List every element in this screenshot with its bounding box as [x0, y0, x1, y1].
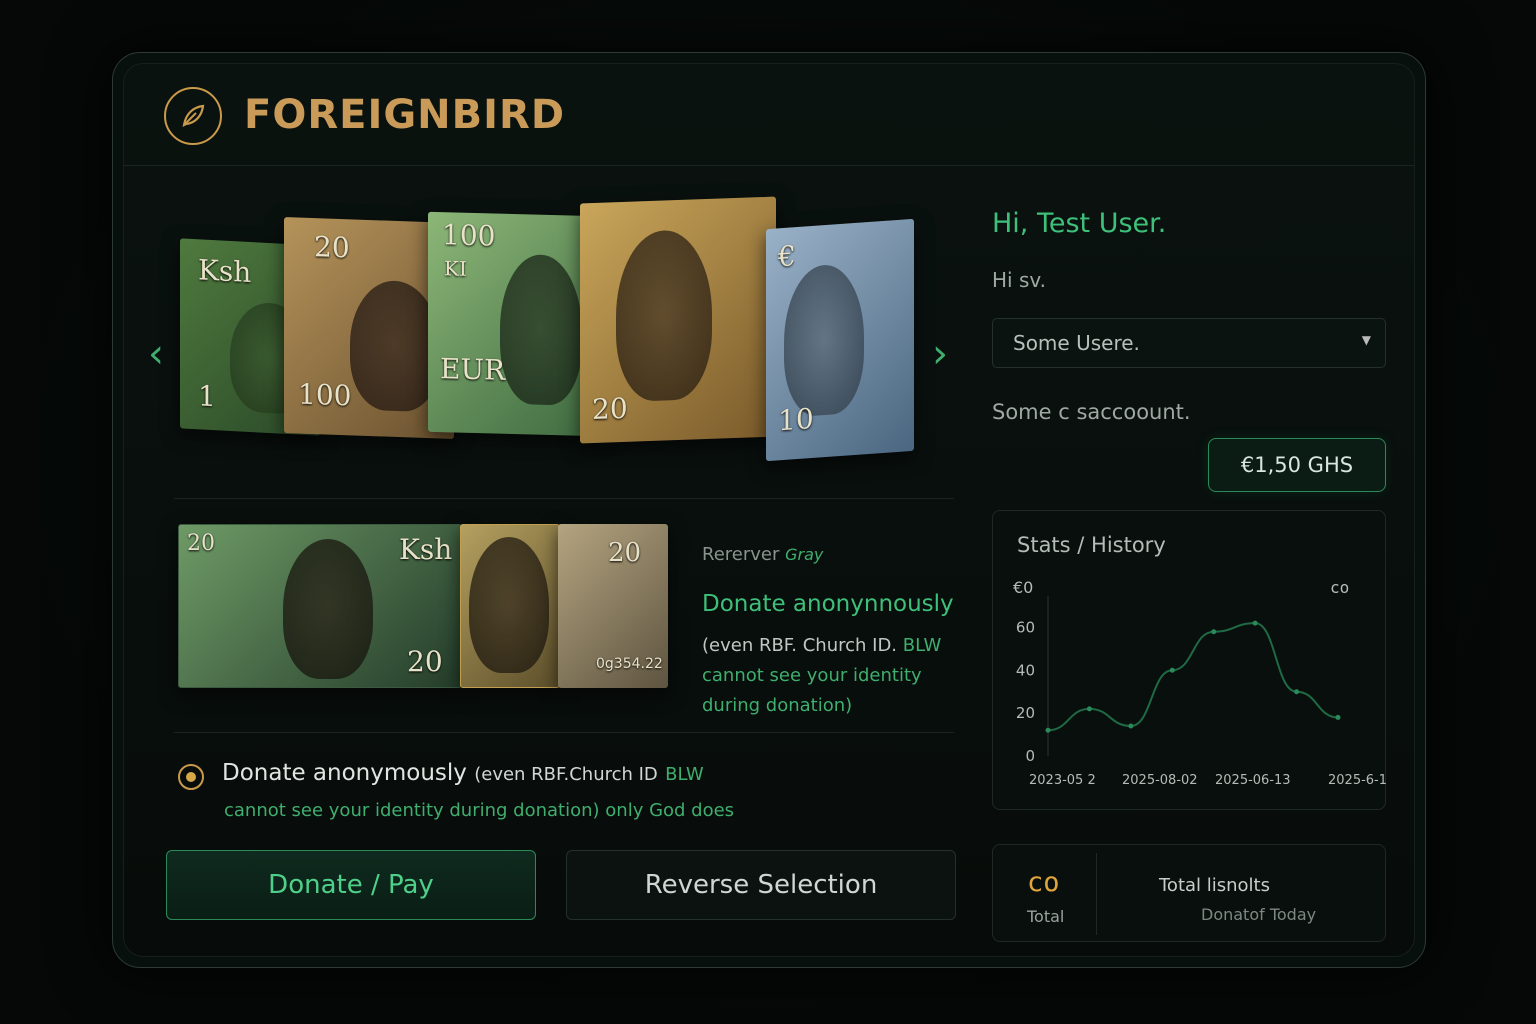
donate-anon-note: (even RBF. Church ID. BLW cannot see you…	[702, 635, 942, 716]
account-label: Some c saccoount.	[992, 400, 1191, 424]
header: FOREIGNBIRD	[124, 64, 1414, 166]
greeting: Hi, Test User.	[992, 208, 1167, 239]
series-line	[1047, 622, 1339, 732]
portrait	[469, 537, 549, 673]
portrait	[500, 253, 582, 406]
leaf-icon	[164, 87, 222, 145]
portrait	[784, 262, 864, 418]
y-top-right-label: co	[1330, 578, 1349, 597]
y-tick-label: 0	[1025, 747, 1035, 765]
selected-bills: 20 Ksh 20 20 0g354.22	[178, 524, 678, 704]
data-point	[1252, 620, 1258, 626]
totals-sub: Donatof Today	[1201, 905, 1317, 924]
history-chart: €0 co 0 20 40 60 2023-05 2 2025-08-02 2025-06-…	[1013, 578, 1387, 788]
anon-label: Donate anonymously	[222, 760, 467, 786]
divider	[1096, 853, 1097, 935]
y-tick-label: 60	[1016, 618, 1035, 636]
y-tick-label: 40	[1016, 661, 1035, 679]
reverse-selection-button[interactable]: Reverse Selection	[566, 850, 956, 920]
app-window: FOREIGNBIRD ‹ › Ksh 1 20 100 100 KI EUR …	[123, 63, 1415, 957]
totals-panel: co Total Total lisnolts Donatof Today	[992, 844, 1386, 942]
caret-down-icon: ▼	[1361, 333, 1371, 347]
total-label: Total	[1027, 907, 1065, 926]
donate-pay-button[interactable]: Donate / Pay	[166, 850, 536, 920]
app-frame: FOREIGNBIRD ‹ › Ksh 1 20 100 100 KI EUR …	[112, 52, 1426, 968]
y-top-left-label: €0	[1013, 578, 1033, 597]
selected-bill[interactable]	[460, 524, 560, 688]
divider	[174, 732, 954, 733]
carousel-bill[interactable]: 20	[580, 196, 776, 444]
data-point	[1335, 714, 1341, 720]
stats-panel: Stats / History €0 co 0 20 40 60 2023-05 2 20…	[992, 510, 1387, 810]
data-point	[1294, 689, 1300, 695]
donation-info: Rererver Gray Donate anonynnously (even …	[702, 544, 962, 721]
selected-bill[interactable]: 20 Ksh 20	[178, 524, 462, 688]
x-tick-label: 2025-06-13	[1215, 773, 1291, 788]
chevron-left-icon[interactable]: ‹	[148, 334, 164, 374]
totals-title: Total lisnolts	[1159, 875, 1270, 896]
data-point	[1211, 629, 1217, 635]
data-point	[1086, 706, 1092, 712]
currency-carousel[interactable]: ‹ › Ksh 1 20 100 100 KI EUR 20 € 10	[148, 184, 954, 589]
anonymous-radio[interactable]	[178, 764, 204, 790]
x-tick-label: 2025-6-15	[1328, 773, 1387, 788]
carousel-bill[interactable]: € 10	[766, 218, 914, 462]
user-select[interactable]: Some Usere. ▼	[992, 318, 1386, 368]
portrait	[350, 279, 440, 413]
divider	[174, 498, 954, 499]
data-point	[1128, 723, 1134, 729]
anon-sub: cannot see your identity during donation…	[224, 800, 735, 821]
reserve-label: Rererver Gray	[702, 544, 824, 565]
x-tick-label: 2025-08-02	[1122, 773, 1198, 788]
data-point	[1169, 667, 1175, 673]
selected-bill[interactable]: 20 0g354.22	[558, 524, 668, 688]
x-tick-label: 2023-05 2	[1029, 773, 1096, 788]
user-sub-label: Hi sv.	[992, 268, 1047, 292]
y-tick-label: 20	[1016, 704, 1035, 722]
balance-badge[interactable]: €1,50 GHS	[1208, 438, 1386, 492]
portrait	[616, 228, 712, 403]
donate-anon-title: Donate anonynnously	[702, 591, 954, 617]
data-point	[1045, 727, 1051, 733]
brand-name: FOREIGNBIRD	[244, 92, 566, 138]
total-value: co	[1027, 867, 1060, 898]
portrait	[283, 539, 373, 679]
carousel-bill[interactable]: 100 KI EUR	[428, 211, 598, 437]
chevron-right-icon[interactable]: ›	[932, 334, 948, 374]
